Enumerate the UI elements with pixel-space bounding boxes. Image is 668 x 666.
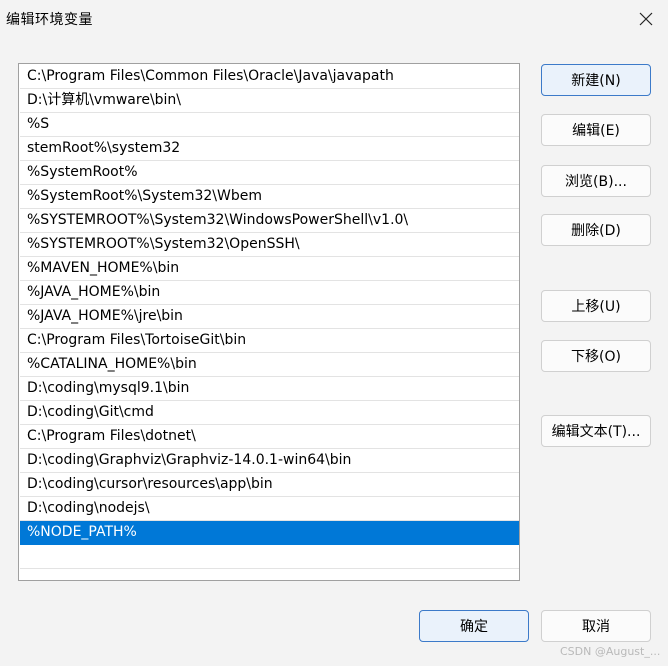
list-item[interactable]: C:\Program Files\Common Files\Oracle\Jav… xyxy=(20,65,519,89)
list-item[interactable]: %JAVA_HOME%\jre\bin xyxy=(20,305,519,329)
delete-button[interactable]: 删除(D) xyxy=(541,214,651,246)
list-item[interactable]: %CATALINA_HOME%\bin xyxy=(20,353,519,377)
move-down-button[interactable]: 下移(O) xyxy=(541,340,651,372)
edit-text-button[interactable]: 编辑文本(T)... xyxy=(541,415,651,447)
move-up-button[interactable]: 上移(U) xyxy=(541,290,651,322)
watermark: CSDN @August_... xyxy=(560,645,661,658)
list-item[interactable]: %SYSTEMROOT%\System32\WindowsPowerShell\… xyxy=(20,209,519,233)
list-item[interactable]: %SYSTEMROOT%\System32\OpenSSH\ xyxy=(20,233,519,257)
list-item[interactable]: D:\coding\Git\cmd xyxy=(20,401,519,425)
cancel-button[interactable]: 取消 xyxy=(541,610,651,642)
path-list[interactable]: C:\Program Files\Common Files\Oracle\Jav… xyxy=(18,63,520,581)
new-button[interactable]: 新建(N) xyxy=(541,64,651,96)
list-item[interactable] xyxy=(20,545,519,569)
window-title: 编辑环境变量 xyxy=(6,12,93,28)
list-item[interactable]: %SystemRoot% xyxy=(20,161,519,185)
list-item[interactable]: D:\coding\nodejs\ xyxy=(20,497,519,521)
list-item[interactable]: D:\计算机\vmware\bin\ xyxy=(20,89,519,113)
list-item[interactable]: %MAVEN_HOME%\bin xyxy=(20,257,519,281)
list-item[interactable]: D:\coding\cursor\resources\app\bin xyxy=(20,473,519,497)
list-item[interactable]: D:\coding\mysql9.1\bin xyxy=(20,377,519,401)
list-item[interactable]: D:\coding\Graphviz\Graphviz-14.0.1-win64… xyxy=(20,449,519,473)
title-bar: 编辑环境变量 xyxy=(0,0,668,38)
list-item[interactable]: %SystemRoot%\System32\Wbem xyxy=(20,185,519,209)
browse-button[interactable]: 浏览(B)... xyxy=(541,165,651,197)
list-item[interactable]: stemRoot%\system32 xyxy=(20,137,519,161)
list-item[interactable]: C:\Program Files\dotnet\ xyxy=(20,425,519,449)
close-button[interactable] xyxy=(628,3,664,35)
close-icon xyxy=(639,12,653,26)
list-item[interactable]: %S xyxy=(20,113,519,137)
list-item[interactable]: %NODE_PATH% xyxy=(20,521,519,545)
list-item[interactable]: C:\Program Files\TortoiseGit\bin xyxy=(20,329,519,353)
list-item[interactable]: %JAVA_HOME%\bin xyxy=(20,281,519,305)
ok-button[interactable]: 确定 xyxy=(419,610,529,642)
edit-button[interactable]: 编辑(E) xyxy=(541,114,651,146)
